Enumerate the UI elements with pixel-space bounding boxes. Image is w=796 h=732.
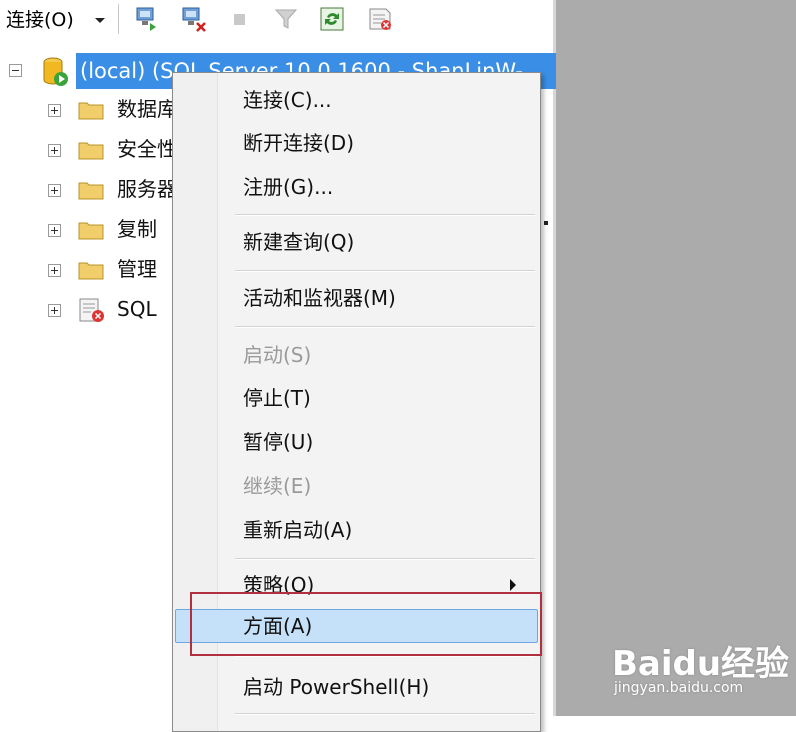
menu-item-label: 停止(T) — [243, 386, 311, 410]
menu-item-label: 新建查询(Q) — [243, 230, 355, 254]
annotation-highlight-box — [190, 592, 542, 656]
decorative-dot — [544, 221, 548, 225]
menu-item-label: 连接(C)... — [243, 88, 332, 112]
menu-item-start-powershell[interactable]: 启动 PowerShell(H) — [175, 670, 538, 704]
tree-item-label: SQL — [117, 297, 157, 321]
menu-item-disconnect[interactable]: 断开连接(D) — [175, 126, 538, 160]
menu-item-label: 继续(E) — [243, 474, 312, 498]
menu-item-connect[interactable]: 连接(C)... — [175, 83, 538, 117]
menu-separator — [235, 270, 535, 272]
menu-separator — [235, 558, 535, 560]
menu-item-restart[interactable]: 重新启动(A) — [175, 513, 538, 547]
sql-agent-icon — [79, 298, 104, 322]
menu-item-new-query[interactable]: 新建查询(Q) — [175, 225, 538, 259]
menu-item-label: 重新启动(A) — [243, 518, 353, 542]
expand-icon[interactable] — [48, 104, 61, 117]
menu-item-label: 启动 PowerShell(H) — [243, 675, 430, 699]
tree-item-label: 管理 — [117, 257, 157, 281]
pane-splitter[interactable] — [553, 0, 556, 716]
tree-item-label: 安全性 — [117, 137, 177, 161]
watermark-url: jingyan.baidu.com — [614, 680, 744, 696]
tree-item-label: 复制 — [117, 217, 157, 241]
server-icon — [43, 57, 68, 86]
filter-icon[interactable] — [272, 5, 300, 33]
refresh-icon[interactable] — [318, 5, 346, 33]
menu-item-activity-monitor[interactable]: 活动和监视器(M) — [175, 281, 538, 315]
expand-icon[interactable] — [48, 184, 61, 197]
folder-icon — [78, 222, 104, 240]
folder-icon — [78, 142, 104, 160]
menu-separator — [235, 713, 535, 715]
baidu-jingyan-watermark: Baidu经验 — [612, 644, 790, 684]
stop-icon[interactable] — [226, 5, 254, 33]
menu-item-label: 启动(S) — [243, 343, 312, 367]
menu-item-stop[interactable]: 停止(T) — [175, 381, 538, 415]
folder-icon — [78, 182, 104, 200]
expand-icon[interactable] — [48, 144, 61, 157]
expand-icon[interactable] — [48, 224, 61, 237]
menu-item-start: 启动(S) — [175, 338, 538, 372]
menu-separator — [235, 214, 535, 216]
object-explorer-toolbar: 连接(O) — [0, 0, 553, 40]
menu-item-pause[interactable]: 暂停(U) — [175, 425, 538, 459]
menu-item-label: 活动和监视器(M) — [243, 286, 396, 310]
folder-icon — [78, 102, 104, 120]
connect-object-explorer-icon[interactable] — [134, 5, 162, 33]
expand-icon[interactable] — [48, 304, 61, 317]
submenu-arrow-icon — [510, 579, 516, 591]
toolbar-separator — [118, 4, 119, 34]
folder-icon — [78, 262, 104, 280]
stop-powershell-icon[interactable] — [366, 5, 394, 33]
chevron-down-icon[interactable] — [95, 18, 105, 23]
menu-item-label: 注册(G)... — [243, 175, 334, 199]
menu-item-label: 断开连接(D) — [243, 131, 355, 155]
connect-dropdown-button[interactable]: 连接(O) — [6, 6, 74, 34]
collapse-icon[interactable] — [9, 64, 22, 77]
menu-item-register[interactable]: 注册(G)... — [175, 170, 538, 204]
menu-item-resume: 继续(E) — [175, 469, 538, 503]
menu-separator — [235, 326, 535, 328]
tree-item-label: 数据库 — [117, 97, 177, 121]
document-area — [556, 0, 796, 716]
disconnect-icon[interactable] — [180, 5, 208, 33]
menu-item-label: 暂停(U) — [243, 430, 314, 454]
expand-icon[interactable] — [48, 264, 61, 277]
